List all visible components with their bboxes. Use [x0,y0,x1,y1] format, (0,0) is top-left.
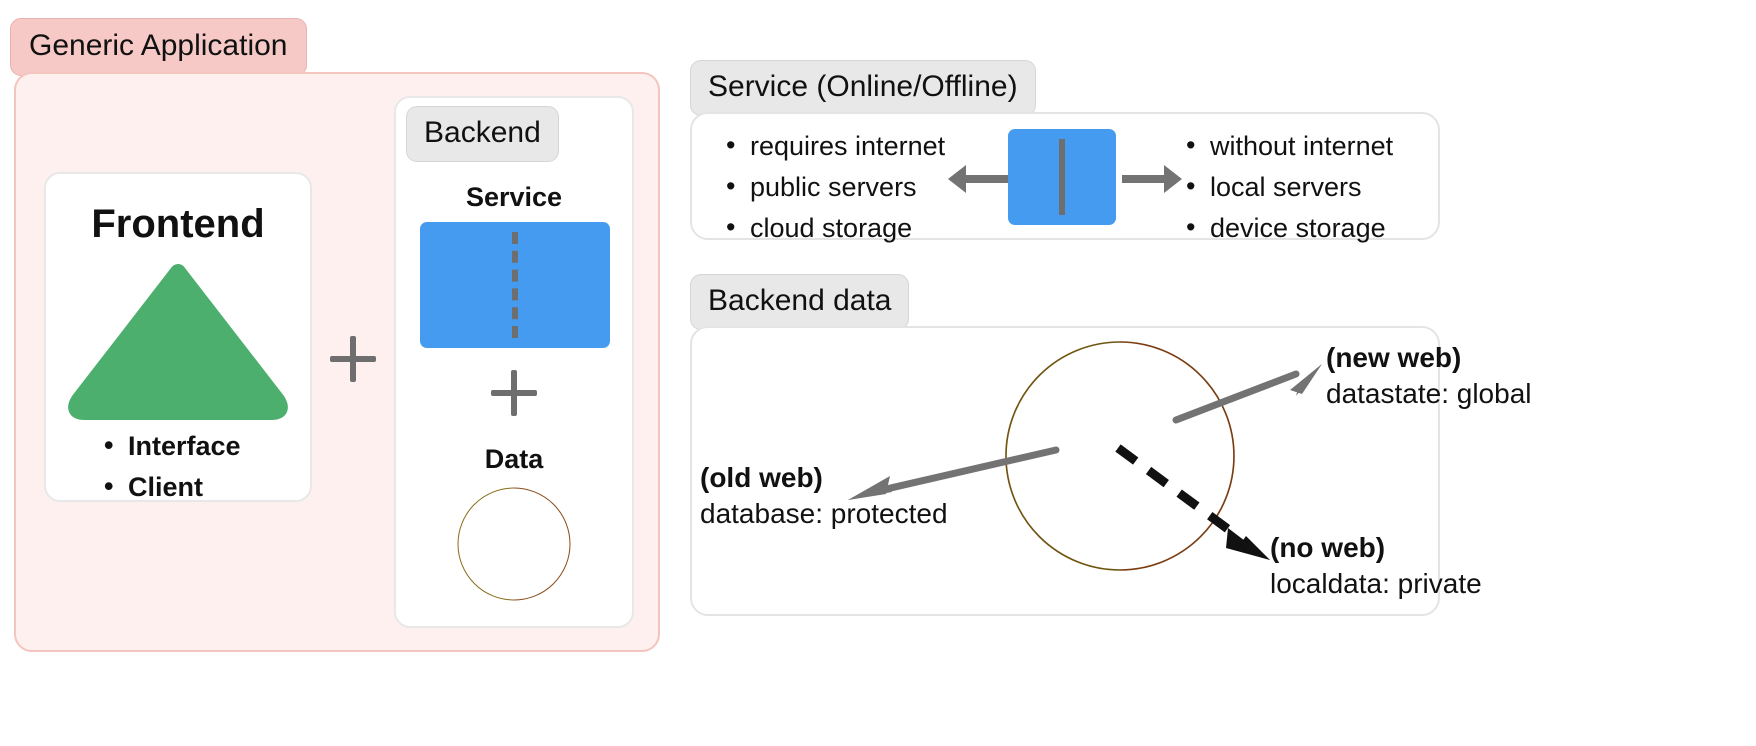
annotation-title: (old web) [700,462,823,493]
annotation-new-web: (new web) datastate: global [1326,340,1532,412]
arrow-right-icon [1122,162,1184,196]
annotation-no-web: (no web) localdata: private [1270,530,1482,602]
generic-application-title: Generic Application [29,29,288,62]
list-item: local servers [1180,166,1393,208]
annotation-detail: database: protected [700,497,948,529]
backend-data-section-panel: (new web) datastate: global (old web) da… [690,326,1532,616]
backend-badge: Backend [406,106,559,162]
backend-inner-plus-icon [491,370,537,416]
list-item: cloud storage [720,207,945,249]
generic-application-panel: Frontend Interface Client Backend Servic… [14,72,660,652]
blue-split-rectangle-icon [1008,129,1116,225]
backend-title: Backend [424,116,541,149]
list-item: requires internet [720,125,945,167]
list-item: device storage [1180,207,1393,249]
frontend-card: Frontend Interface Client [44,172,312,507]
service-online-list: requires internet public servers cloud s… [720,125,945,249]
data-title: Data [484,444,544,474]
list-item: Interface [98,425,241,467]
diagram-root: Generic Application Frontend Interface C… [0,0,1756,746]
generic-application-badge: Generic Application [10,18,307,76]
annotation-old-web: (old web) database: protected [700,460,948,532]
service-title: Service [465,182,563,212]
donut-chart-icon-small [454,484,574,604]
service-offline-list: without internet local servers device st… [1180,125,1393,249]
annotation-title: (no web) [1270,532,1386,563]
list-item: public servers [720,166,945,208]
arrow-left-icon [946,162,1008,196]
frontend-feature-list: Interface Client [98,425,241,508]
service-section-badge: Service (Online/Offline) [690,60,1036,116]
annotation-title: (new web) [1326,342,1462,373]
plus-separator-icon [330,336,376,382]
backend-card: Backend Service Data [394,96,634,628]
arrow-dashed-down-right-icon [1114,444,1282,570]
annotation-detail: localdata: private [1270,567,1482,599]
frontend-title: Frontend [91,202,265,246]
service-section-title: Service (Online/Offline) [708,70,1018,103]
backend-data-section-badge: Backend data [690,274,910,330]
arrow-solid-up-right-icon [1172,360,1324,426]
list-item: Client [98,466,241,508]
annotation-detail: datastate: global [1326,377,1532,409]
blue-split-rectangle-icon [420,222,610,348]
service-section-panel: requires internet public servers cloud s… [690,112,1440,248]
dashed-divider [512,232,518,338]
backend-data-section-title: Backend data [708,284,892,317]
list-item: without internet [1180,125,1393,167]
solid-divider [1059,139,1065,215]
green-triangle-icon [68,264,288,420]
